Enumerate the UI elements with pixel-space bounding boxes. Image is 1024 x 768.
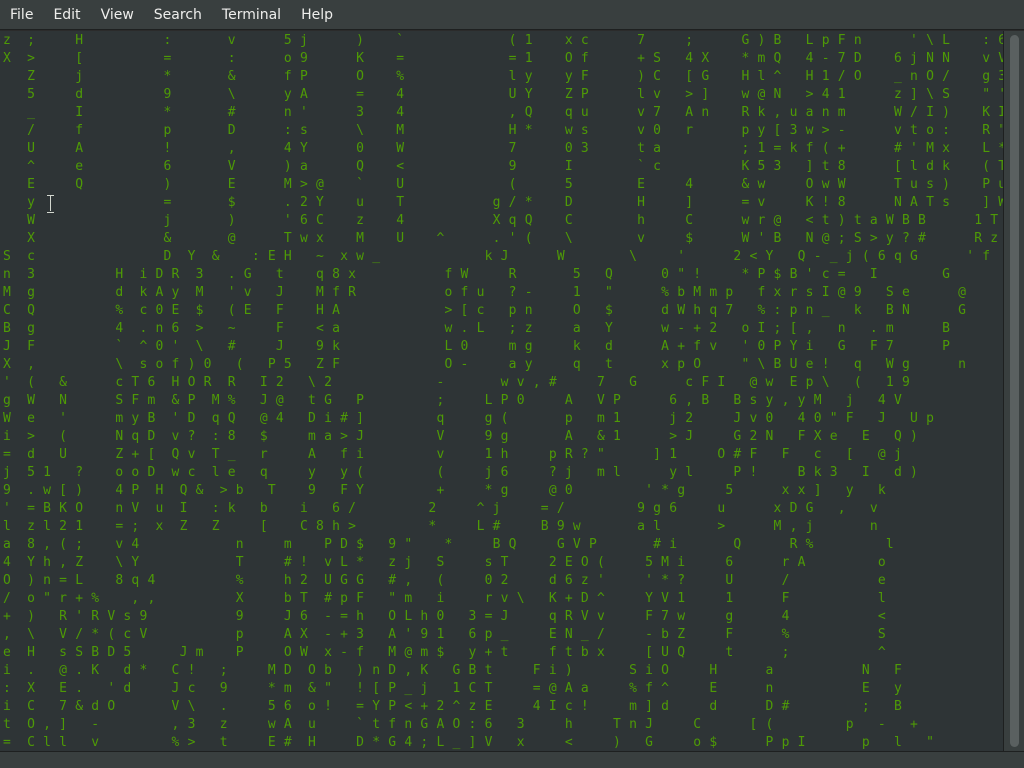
terminal-line: y = $ . 2 Y u T g / * D H ] = v K ! 8 N … xyxy=(3,195,1003,210)
ibeam-cursor-icon xyxy=(47,195,54,213)
terminal-line: ^ e 6 V ) a Q < 9 I ` c K 5 3 ] t 8 [ l … xyxy=(3,159,1003,174)
terminal-line: 4 Y h , Z \ Y T # ! v L * z j S s T 2 E … xyxy=(3,555,886,570)
menu-view[interactable]: View xyxy=(91,0,144,30)
terminal-line: / o " r + % , , X b T # p F " m i r v \ … xyxy=(3,591,886,606)
terminal-line: 9 . w [ ) 4 P H Q & > b T 9 F Y + * g @ … xyxy=(3,483,886,498)
terminal-line: S c D Y & : E H ~ x w _ k J W \ ' 2 < Y … xyxy=(3,249,1003,264)
terminal-line: = C l l v % > t E # H D * G 4 ; L _ ] V … xyxy=(3,735,935,750)
scrollbar-thumb[interactable] xyxy=(1010,35,1019,747)
terminal-line: a 8 , ( ; v 4 n m P D $ 9 " * B Q G V P … xyxy=(3,537,894,552)
terminal-line: e H s S B D 5 J m P O W x - f M @ m $ y … xyxy=(3,645,886,660)
terminal-line: X , \ s o f ) 0 ( P 5 Z F O - a y q t x … xyxy=(3,357,967,372)
terminal-line: j 5 1 ? o o D w c l e q y y ( ( j 6 ? j … xyxy=(3,465,919,480)
terminal-line: E Q ) E M > @ ` U ( 5 E 4 & w O w W T u … xyxy=(3,177,1003,192)
terminal-line: i C 7 & d O V \ . 5 6 o ! = Y P < + 2 ^ … xyxy=(3,699,902,714)
menu-bar: File Edit View Search Terminal Help xyxy=(0,0,1024,30)
terminal-line: ' = B K O n V u I : k b i 6 / 2 ^ j = / … xyxy=(3,501,878,516)
terminal-line: W e ' m y B ' D q Q @ 4 D i # ] q g ( p … xyxy=(3,411,935,426)
terminal-line: z ; H : v 5 j ) ` ( 1 x c 7 ; G ) B L p … xyxy=(3,33,1003,48)
terminal-output[interactable]: z ; H : v 5 j ) ` ( 1 x c 7 ; G ) B L p … xyxy=(0,31,1003,751)
terminal-line: _ I * # n ' 3 4 , Q q u v 7 A n R k , u … xyxy=(3,105,1003,120)
terminal-line: n 3 H i D R 3 . G t q 8 x f W R 5 Q 0 " … xyxy=(3,267,951,282)
menu-edit[interactable]: Edit xyxy=(43,0,90,30)
terminal-line: U A ! , 4 Y 0 W 7 0 3 t a ; 1 = k f ( + … xyxy=(3,141,1003,156)
terminal-line: ' ( & c T 6 H O R R I 2 \ 2 - w v , # 7 … xyxy=(3,375,911,390)
terminal-line: + ) R ' R V s 9 9 J 6 - = h O L h 0 3 = … xyxy=(3,609,886,624)
terminal-line: , \ V / * ( c V p A X - + 3 A ' 9 1 6 p … xyxy=(3,627,886,642)
terminal-line: t O , ] - , 3 z w A u ` t f n G A O : 6 … xyxy=(3,717,919,732)
terminal-line: B g 4 . n 6 > ~ F < a w . L ; z a Y w - … xyxy=(3,321,951,336)
terminal-line: W j ) ' 6 C z 4 X q Q C h C w r @ < t ) … xyxy=(3,213,1003,228)
terminal-line: l z l 2 1 = ; x Z Z [ C 8 h > * L # B 9 … xyxy=(3,519,878,534)
terminal-line: i . @ . K d * C ! ; M D O b ) n D , K G … xyxy=(3,663,902,678)
terminal-line: Z j * & f P O % l y y F ) C [ G H l ^ H … xyxy=(3,69,1003,84)
window-bottom-edge xyxy=(0,751,1024,768)
terminal-line: O ) n = L 8 q 4 % h 2 U G G # , ( 0 2 d … xyxy=(3,573,886,588)
terminal-scrollbar[interactable] xyxy=(1003,31,1024,751)
menu-file[interactable]: File xyxy=(0,0,43,30)
terminal-line: g W N S F m & P M % J @ t G P ; L P 0 A … xyxy=(3,393,902,408)
menu-terminal[interactable]: Terminal xyxy=(212,0,291,30)
terminal-line: X > [ = : o 9 K = = 1 O f + S 4 X * m Q … xyxy=(3,51,1003,66)
terminal-line: M g d k A y M ' v J M f R o f u ? - 1 " … xyxy=(3,285,967,300)
terminal-line: i > ( N q D v ? : 8 $ m a > J V 9 g A & … xyxy=(3,429,919,444)
terminal-line: = d U Z + [ Q v T _ r A f i v 1 h p R ? … xyxy=(3,447,902,462)
terminal-line: J F ` ^ 0 ' \ # J 9 k L 0 m g k d A + f … xyxy=(3,339,951,354)
terminal-line: : X E . ' d J c 9 * m & " ! [ P _ j 1 C … xyxy=(3,681,902,696)
terminal-line: / f p D : s \ M H * w s v 0 r p y [ 3 w … xyxy=(3,123,1003,138)
terminal-line: 5 d 9 \ y A = 4 U Y Z P l v > ] w @ N > … xyxy=(3,87,1003,102)
menu-help[interactable]: Help xyxy=(291,0,343,30)
menu-search[interactable]: Search xyxy=(144,0,212,30)
terminal-line: X & @ T w x M U ^ . ' ( \ v $ W ' B N @ … xyxy=(3,231,1003,246)
terminal-line: C Q % c 0 E $ ( E F H A > [ c p n O $ d … xyxy=(3,303,967,318)
